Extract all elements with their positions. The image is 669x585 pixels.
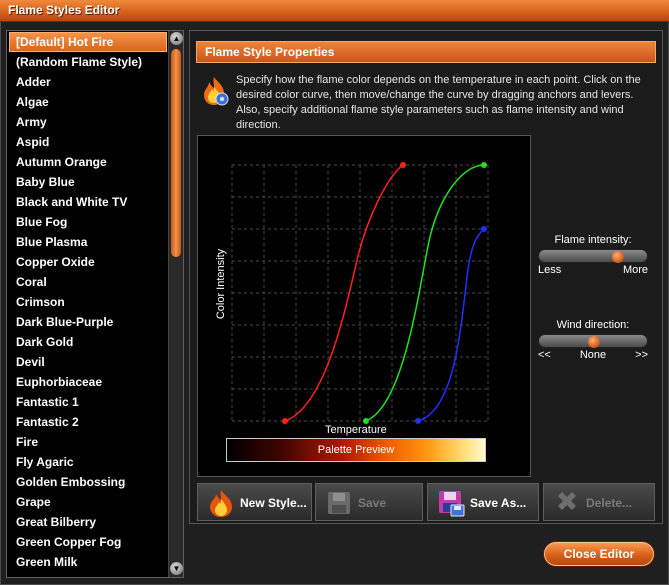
list-item[interactable]: Crimson xyxy=(7,292,169,312)
flame-icon xyxy=(210,490,232,517)
flame-style-list-items: [Default] Hot Fire (Random Flame Style) Ad… xyxy=(7,31,169,572)
blue-curve-end-anchor[interactable] xyxy=(481,226,487,232)
flame-intensity-scale: Less More xyxy=(538,264,648,277)
list-item[interactable]: Grape xyxy=(7,492,169,512)
list-item[interactable]: (Random Flame Style) xyxy=(7,52,169,72)
save-as-disk-icon xyxy=(439,491,465,517)
green-curve-end-anchor[interactable] xyxy=(481,162,487,168)
wind-direction-scale: << None >> xyxy=(538,349,648,362)
flame-intensity-label: Flame intensity: xyxy=(554,234,632,246)
list-item[interactable]: Aspid xyxy=(7,132,169,152)
wind-direction-label: Wind direction: xyxy=(556,319,630,331)
delete-button[interactable]: Delete... xyxy=(543,483,655,521)
scroll-down-button[interactable]: ▼ xyxy=(170,562,183,575)
wind-direction-center-label: None xyxy=(579,349,607,361)
list-item[interactable]: Golden Embossing xyxy=(7,472,169,492)
list-item[interactable]: Algae xyxy=(7,92,169,112)
graph-grid xyxy=(231,164,489,422)
new-style-button[interactable]: New Style... xyxy=(197,483,312,521)
floppy-disk-icon xyxy=(328,492,350,514)
save-button[interactable]: Save xyxy=(315,483,423,521)
flame-intensity-slider[interactable] xyxy=(538,249,648,263)
list-item[interactable]: Fantastic 1 xyxy=(7,392,169,412)
red-curve-start-anchor[interactable] xyxy=(282,418,288,424)
wind-direction-control: Wind direction: << None >> xyxy=(534,319,652,362)
list-item[interactable]: Dark Gold xyxy=(7,332,169,352)
flame-intensity-control: Flame intensity: Less More xyxy=(534,234,652,277)
flame-settings-icon xyxy=(204,77,229,106)
window-title: Flame Styles Editor xyxy=(8,3,120,17)
list-item[interactable]: Adder xyxy=(7,72,169,92)
list-item[interactable]: Fantastic 2 xyxy=(7,412,169,432)
list-item[interactable]: Blue Plasma xyxy=(7,232,169,252)
scroll-up-button[interactable]: ▲ xyxy=(170,32,183,45)
list-item[interactable]: Copper Oxide xyxy=(7,252,169,272)
wind-direction-slider[interactable] xyxy=(538,334,648,348)
y-axis-label-wrap: Color Intensity xyxy=(181,249,261,324)
list-item[interactable]: Fly Agaric xyxy=(7,452,169,472)
list-item[interactable]: Blue Fog xyxy=(7,212,169,232)
save-label: Save xyxy=(358,496,387,510)
flame-style-list[interactable]: [Default] Hot Fire (Random Flame Style) Ad… xyxy=(6,30,184,578)
blue-curve-start-anchor[interactable] xyxy=(415,418,421,424)
list-item[interactable]: Black and White TV xyxy=(7,192,169,212)
list-item[interactable]: Devil xyxy=(7,352,169,372)
delete-x-icon xyxy=(558,492,576,510)
list-item[interactable]: Great Bilberry xyxy=(7,512,169,532)
save-as-button[interactable]: Save As... xyxy=(427,483,539,521)
wind-direction-right-label: >> xyxy=(635,349,648,361)
flame-intensity-min-label: Less xyxy=(538,264,562,276)
list-item[interactable]: [Default] Hot Fire xyxy=(9,32,167,52)
palette-preview: Palette Preview xyxy=(226,438,486,462)
list-item[interactable]: Coral xyxy=(7,272,169,292)
list-item[interactable]: Army xyxy=(7,112,169,132)
delete-label: Delete... xyxy=(586,496,633,510)
scroll-thumb[interactable] xyxy=(171,49,181,257)
title-bar: Flame Styles Editor xyxy=(0,0,669,22)
properties-description: Specify how the flame color depends on t… xyxy=(236,74,641,131)
list-item[interactable]: Fire xyxy=(7,432,169,452)
list-item[interactable]: Euphorbiaceae xyxy=(7,372,169,392)
close-editor-button[interactable]: Close Editor xyxy=(544,542,654,566)
style-action-toolbar: New Style... Save Save As... Delete... xyxy=(197,483,657,521)
list-item[interactable]: Green Milk xyxy=(7,552,169,572)
palette-preview-label: Palette Preview xyxy=(317,444,395,456)
x-axis-label: Temperature xyxy=(325,424,387,436)
red-curve-end-anchor[interactable] xyxy=(400,162,406,168)
wind-direction-knob[interactable] xyxy=(588,336,600,348)
new-style-label: New Style... xyxy=(240,496,307,510)
list-item[interactable]: Baby Blue xyxy=(7,172,169,192)
list-item[interactable]: Green Copper Fog xyxy=(7,532,169,552)
save-as-label: Save As... xyxy=(470,496,527,510)
color-curve-graph[interactable]: Color Intensity Temperature Palette Prev… xyxy=(197,135,531,477)
properties-header-title: Flame Style Properties xyxy=(205,45,335,59)
flame-intensity-max-label: More xyxy=(622,264,648,276)
list-item[interactable]: Autumn Orange xyxy=(7,152,169,172)
flame-style-properties-panel: Flame Style Properties Specify how the f… xyxy=(189,30,663,524)
y-axis-label: Color Intensity xyxy=(215,248,227,320)
red-curve xyxy=(284,164,404,422)
properties-header: Flame Style Properties xyxy=(196,41,656,63)
flame-intensity-knob[interactable] xyxy=(612,251,624,263)
list-item[interactable]: Dark Blue-Purple xyxy=(7,312,169,332)
